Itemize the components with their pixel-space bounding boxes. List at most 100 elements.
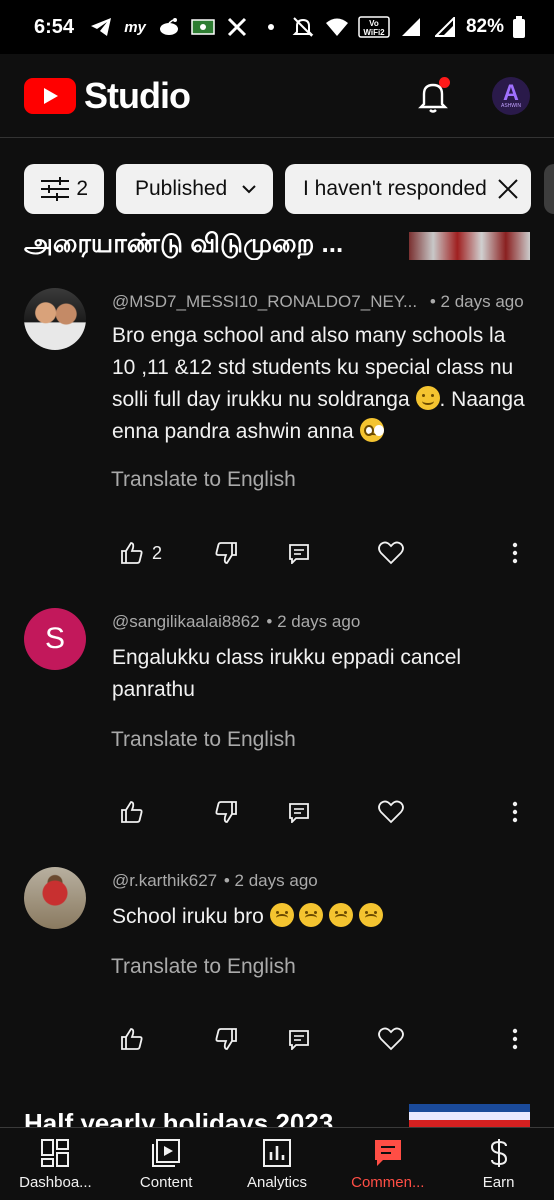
like-button[interactable]: 2	[120, 538, 162, 568]
comment-meta: @MSD7_MESSI10_RONALDO7_NEY... • 2 days a…	[112, 292, 524, 312]
reply-button[interactable]	[288, 1024, 310, 1054]
filter-chips: 2 Published I haven't responded	[24, 164, 531, 214]
telegram-icon	[88, 16, 114, 38]
heart-icon	[378, 800, 404, 824]
crying-face-emoji-icon	[329, 903, 354, 927]
comment-author[interactable]: @sangilikaalai8862	[112, 612, 260, 631]
video-thumbnail	[409, 232, 530, 260]
filter-sliders-icon	[41, 177, 69, 201]
reply-comment-icon	[289, 544, 309, 564]
responded-filter-chip[interactable]: I haven't responded	[285, 164, 531, 214]
content-icon	[152, 1139, 181, 1167]
nav-comments[interactable]: Commen...	[332, 1128, 443, 1200]
like-button[interactable]	[120, 797, 144, 827]
more-vert-icon	[512, 542, 518, 564]
comment-time: • 2 days ago	[429, 292, 524, 311]
dashboard-icon	[41, 1139, 70, 1167]
like-count: 2	[152, 542, 163, 563]
avatar-letter: S	[44, 622, 65, 655]
translate-link[interactable]: Translate to English	[111, 728, 296, 752]
thumbs-down-icon	[215, 801, 237, 823]
translate-link[interactable]: Translate to English	[111, 468, 296, 492]
youtube-logo-icon[interactable]	[24, 77, 76, 114]
more-options-button[interactable]	[510, 1024, 520, 1054]
notifications-button[interactable]	[416, 76, 450, 113]
avatar[interactable]: S	[24, 608, 86, 670]
close-icon[interactable]	[497, 178, 519, 200]
svg-text:WiFi2: WiFi2	[363, 28, 385, 37]
reply-button[interactable]	[288, 797, 310, 827]
comment-time: • 2 days ago	[266, 612, 361, 631]
battery-icon	[512, 16, 526, 38]
nav-label: Commen...	[351, 1174, 425, 1191]
heart-button[interactable]	[378, 1024, 404, 1054]
comment-meta: @r.karthik627 • 2 days ago	[112, 871, 318, 891]
comment-time: • 2 days ago	[223, 871, 318, 890]
comments-icon	[374, 1140, 401, 1166]
video-title: அரையாண்டு விடுமுறை ...	[24, 228, 344, 258]
notification-icons: my	[88, 16, 284, 38]
money-icon	[190, 16, 216, 38]
comment-meta: @sangilikaalai8862 • 2 days ago	[112, 612, 360, 632]
svg-text:Vo: Vo	[369, 19, 379, 28]
earn-icon	[490, 1139, 507, 1167]
reply-comment-icon	[289, 803, 309, 823]
avatar[interactable]	[24, 288, 86, 350]
bottom-navigation: Dashboa... Content Analytics Commen... E…	[0, 1127, 554, 1200]
myjio-icon: my	[124, 18, 146, 36]
thumbs-up-icon	[121, 1028, 143, 1050]
crying-face-emoji-icon	[269, 903, 294, 927]
more-vert-icon	[512, 1028, 518, 1050]
published-label: Published	[135, 177, 228, 200]
mute-icon	[290, 16, 316, 38]
reply-button[interactable]	[288, 538, 310, 568]
pleading-face-emoji-icon	[359, 418, 384, 442]
avatar-letter: A	[503, 79, 519, 105]
more-options-button[interactable]	[510, 538, 520, 568]
thumbs-up-icon	[121, 801, 143, 823]
dislike-button[interactable]	[214, 538, 238, 568]
status-bar: 6:54 my Vo WiFi2 82%	[0, 0, 554, 54]
signal-icon	[398, 16, 424, 38]
status-time: 6:54	[34, 15, 75, 38]
dislike-button[interactable]	[214, 797, 238, 827]
avatar[interactable]	[24, 867, 86, 929]
more-options-button[interactable]	[510, 797, 520, 827]
filter-button[interactable]: 2	[24, 164, 104, 214]
nav-label: Analytics	[246, 1174, 307, 1191]
avatar-caption: ASHWIN	[501, 102, 521, 109]
comment-author[interactable]: @MSD7_MESSI10_RONALDO7_NEY...	[112, 292, 417, 311]
published-filter-chip[interactable]: Published	[116, 164, 273, 214]
reddit-icon	[156, 16, 182, 38]
heart-button[interactable]	[378, 538, 404, 568]
nav-dashboard[interactable]: Dashboa...	[0, 1128, 111, 1200]
nav-content[interactable]: Content	[111, 1128, 222, 1200]
video-header[interactable]: அரையாண்டு விடுமுறை ...	[24, 226, 530, 260]
crying-face-emoji-icon	[359, 903, 384, 927]
volte-wifi-icon: Vo WiFi2	[358, 16, 390, 38]
battery-percent: 82%	[465, 16, 504, 37]
heart-button[interactable]	[378, 797, 404, 827]
studio-logo-text[interactable]: Studio	[84, 75, 191, 117]
comment-text: Engalukku class irukku eppadi cancel pan…	[112, 646, 462, 701]
chevron-down-icon	[242, 185, 256, 194]
comment-actions	[0, 797, 554, 827]
translate-link[interactable]: Translate to English	[111, 955, 296, 979]
thumbs-down-icon	[215, 1028, 237, 1050]
comment-author[interactable]: @r.karthik627	[112, 871, 217, 890]
wifi-icon	[324, 16, 350, 38]
like-button[interactable]	[120, 1024, 144, 1054]
comment-actions: 2	[0, 538, 554, 568]
dislike-button[interactable]	[214, 1024, 238, 1054]
nav-earn[interactable]: Earn	[443, 1128, 554, 1200]
more-filter-chip[interactable]	[544, 164, 554, 214]
comment-text: School iruku bro	[112, 901, 532, 933]
nav-analytics[interactable]: Analytics	[222, 1128, 333, 1200]
account-avatar[interactable]: A ASHWIN	[492, 76, 530, 115]
comment-text-part: School iruku bro	[112, 905, 270, 928]
more-vert-icon	[512, 801, 518, 823]
filter-count: 2	[76, 177, 88, 200]
thumbs-down-icon	[215, 542, 237, 564]
responded-label: I haven't responded	[303, 177, 487, 200]
signal-icon-2	[432, 16, 458, 38]
